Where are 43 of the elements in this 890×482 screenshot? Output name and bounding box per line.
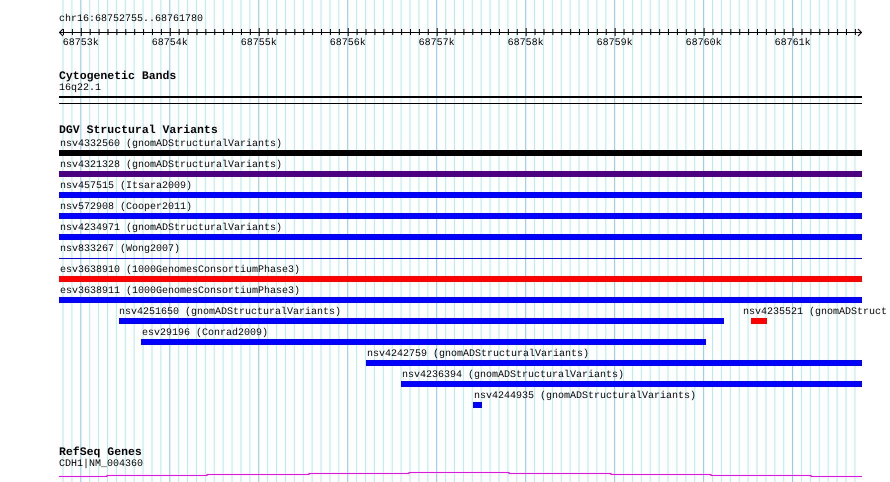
feature-label: esv29196 (Conrad2009): [142, 328, 268, 339]
feature-label: nsv4242759 (gnomADStructuralVariants): [367, 349, 590, 360]
feature-bar[interactable]: [366, 360, 862, 366]
feature-bar[interactable]: [59, 276, 862, 282]
feature-bar[interactable]: [59, 213, 862, 219]
feature-label: esv3638910 (1000GenomesConsortiumPhase3): [60, 265, 300, 276]
feature-bar[interactable]: [59, 171, 862, 177]
feature-bar[interactable]: [59, 297, 862, 303]
feature-label: nsv4332560 (gnomADStructuralVariants): [60, 139, 282, 150]
feature-label: nsv4251650 (gnomADStructuralVariants): [119, 307, 342, 318]
feature-label: nsv457515 (Itsara2009): [60, 181, 192, 192]
track-title: RefSeq Genes: [59, 447, 142, 459]
ruler-tick-label: 68758k: [508, 38, 544, 50]
feature-label: nsv572908 (Cooper2011): [60, 202, 192, 213]
feature-label: esv3638911 (1000GenomesConsortiumPhase3): [60, 286, 300, 297]
gene-label: CDH1|NM_004360: [59, 459, 144, 470]
feature-label: nsv4321328 (gnomADStructuralVariants): [60, 160, 282, 171]
feature-bar[interactable]: [59, 234, 862, 240]
ruler-tick-label: 68759k: [596, 38, 633, 50]
ruler-tick-label: 68757k: [418, 38, 455, 50]
track-title: DGV Structural Variants: [59, 125, 218, 137]
track-title: Cytogenetic Bands: [59, 71, 176, 83]
feature-bar[interactable]: [473, 402, 482, 408]
ruler-tick-label: 68754k: [152, 38, 188, 50]
feature-line[interactable]: [59, 258, 862, 259]
feature-bar[interactable]: [119, 318, 724, 324]
feature-label: nsv4234971 (gnomADStructuralVariants): [60, 223, 282, 234]
feature-bar[interactable]: [141, 339, 706, 345]
feature-bar[interactable]: [59, 150, 862, 156]
feature-label: nsv4236394 (gnomADStructuralVariants): [402, 370, 624, 381]
feature-label: nsv4235521 (gnomADStruct: [743, 307, 888, 318]
ruler-tick-label: 68755k: [240, 38, 277, 50]
band-label: 16q22.1: [59, 83, 102, 94]
feature-bar[interactable]: [751, 318, 767, 324]
feature-bar[interactable]: [59, 192, 862, 198]
feature-bar[interactable]: [401, 381, 862, 387]
ruler-tick-label: 68761k: [774, 38, 811, 50]
feature-label: nsv833267 (Wong2007): [60, 244, 180, 255]
feature-label: nsv4244935 (gnomADStructuralVariants): [474, 391, 696, 402]
region-label: chr16:68752755..68761780: [59, 14, 204, 26]
ruler-tick-label: 68753k: [62, 38, 99, 50]
ruler-tick-label: 68756k: [330, 38, 366, 50]
ruler-tick-label: 68760k: [686, 38, 722, 50]
